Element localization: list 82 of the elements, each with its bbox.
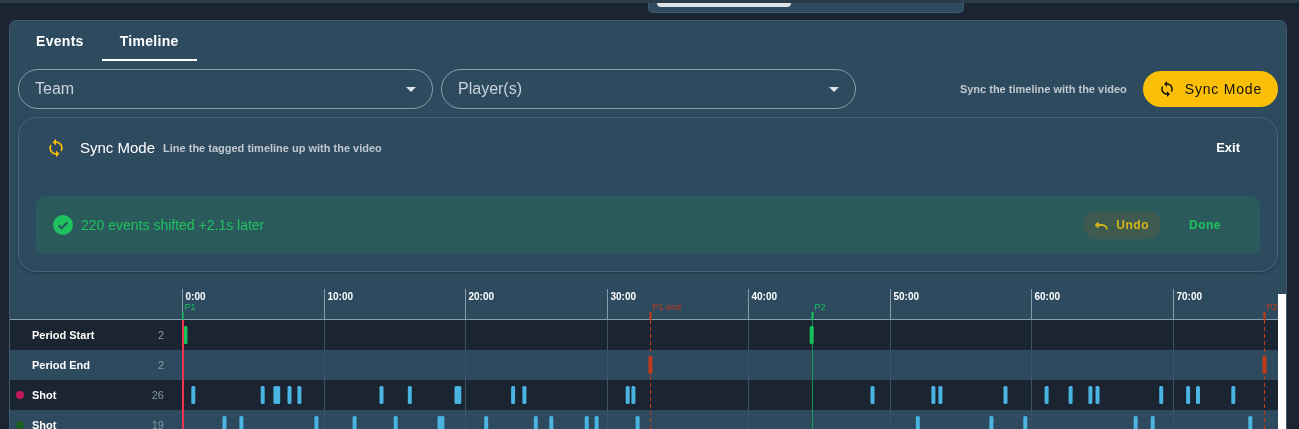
event-marker[interactable] <box>314 416 319 429</box>
event-marker[interactable] <box>1231 386 1236 404</box>
event-marker[interactable] <box>393 416 398 429</box>
event-marker[interactable] <box>1196 386 1200 404</box>
tab[interactable]: Timeline <box>101 21 197 61</box>
event-marker[interactable] <box>522 386 527 404</box>
event-marker[interactable] <box>1150 416 1155 429</box>
event-marker[interactable] <box>1186 386 1191 404</box>
event-marker[interactable] <box>931 386 936 404</box>
period-label: P2 <box>814 302 826 312</box>
event-marker[interactable] <box>533 416 538 429</box>
event-marker[interactable] <box>260 386 265 404</box>
row-label: Shot <box>32 417 58 429</box>
event-marker[interactable] <box>287 386 292 404</box>
event-marker[interactable] <box>584 416 589 429</box>
time-label: 70:00 <box>1176 291 1203 302</box>
event-marker[interactable] <box>1023 416 1028 429</box>
event-marker[interactable] <box>1159 386 1164 404</box>
event-marker[interactable] <box>549 416 554 429</box>
event-count: 26 <box>151 387 164 403</box>
event-count: 2 <box>157 327 164 343</box>
period-label: P1 end <box>652 302 682 312</box>
top-handle[interactable] <box>648 3 964 13</box>
event-marker[interactable] <box>631 386 636 404</box>
time-label: 0:00 <box>185 291 206 302</box>
event-marker[interactable] <box>379 386 384 404</box>
period-marker-line <box>182 311 184 321</box>
event-count: 19 <box>151 417 164 429</box>
row-label: Period End <box>32 357 92 373</box>
event-marker[interactable] <box>222 416 227 429</box>
exit-button[interactable]: Exit <box>1204 134 1252 162</box>
event-marker[interactable] <box>183 326 188 344</box>
event-marker[interactable] <box>989 416 994 429</box>
event-marker[interactable] <box>1133 416 1138 429</box>
event-marker[interactable] <box>239 416 244 429</box>
event-marker[interactable] <box>276 386 281 404</box>
period-label: P2 <box>1266 302 1278 312</box>
event-marker[interactable] <box>1095 386 1100 404</box>
undo-icon <box>1095 220 1109 230</box>
row-label: Shot <box>32 387 58 403</box>
sync-mode-button[interactable]: Sync Mode <box>1142 71 1278 107</box>
event-marker[interactable] <box>352 416 357 429</box>
event-marker[interactable] <box>297 386 302 404</box>
event-marker[interactable] <box>1044 386 1049 404</box>
event-marker[interactable] <box>440 416 445 429</box>
sync-hint: Sync the timeline with the video <box>959 81 1127 97</box>
event-count: 2 <box>157 357 164 373</box>
sync-icon <box>46 138 66 158</box>
check-circle-icon <box>53 215 73 235</box>
dropdown-caret-icon <box>406 86 416 92</box>
undo-button[interactable]: Undo <box>1083 211 1161 239</box>
scrollbar[interactable] <box>1278 294 1286 429</box>
event-marker[interactable] <box>915 416 920 429</box>
event-marker[interactable] <box>625 386 630 404</box>
event-marker[interactable] <box>1248 416 1253 429</box>
event-marker[interactable] <box>457 386 462 404</box>
time-label: 50:00 <box>893 291 920 302</box>
event-marker[interactable] <box>635 416 640 429</box>
sync-title: Sync Mode <box>80 137 156 158</box>
dropdown-caret-icon <box>829 86 839 92</box>
period-label: P1 <box>184 302 196 312</box>
time-label: 30:00 <box>610 291 637 302</box>
event-marker[interactable] <box>1003 386 1008 404</box>
event-marker[interactable] <box>511 386 516 404</box>
event-marker[interactable] <box>938 386 943 404</box>
event-marker[interactable] <box>1068 386 1073 404</box>
event-marker[interactable] <box>1088 386 1093 404</box>
row-label: Period Start <box>32 327 96 343</box>
sync-icon <box>1158 81 1175 97</box>
event-marker[interactable] <box>594 416 599 429</box>
event-marker[interactable] <box>484 416 489 429</box>
time-label: 20:00 <box>468 291 495 302</box>
sync-subtitle: Line the tagged timeline up with the video <box>163 140 382 156</box>
alert-message: 220 events shifted +2.1s later <box>81 215 265 235</box>
time-label: 10:00 <box>327 291 354 302</box>
event-marker[interactable] <box>809 326 814 344</box>
event-marker[interactable] <box>870 386 875 404</box>
time-label: 60:00 <box>1034 291 1061 302</box>
event-marker[interactable] <box>407 386 412 404</box>
tab[interactable]: Events <box>18 21 102 61</box>
time-label: 40:00 <box>751 291 778 302</box>
event-marker[interactable] <box>191 386 196 404</box>
